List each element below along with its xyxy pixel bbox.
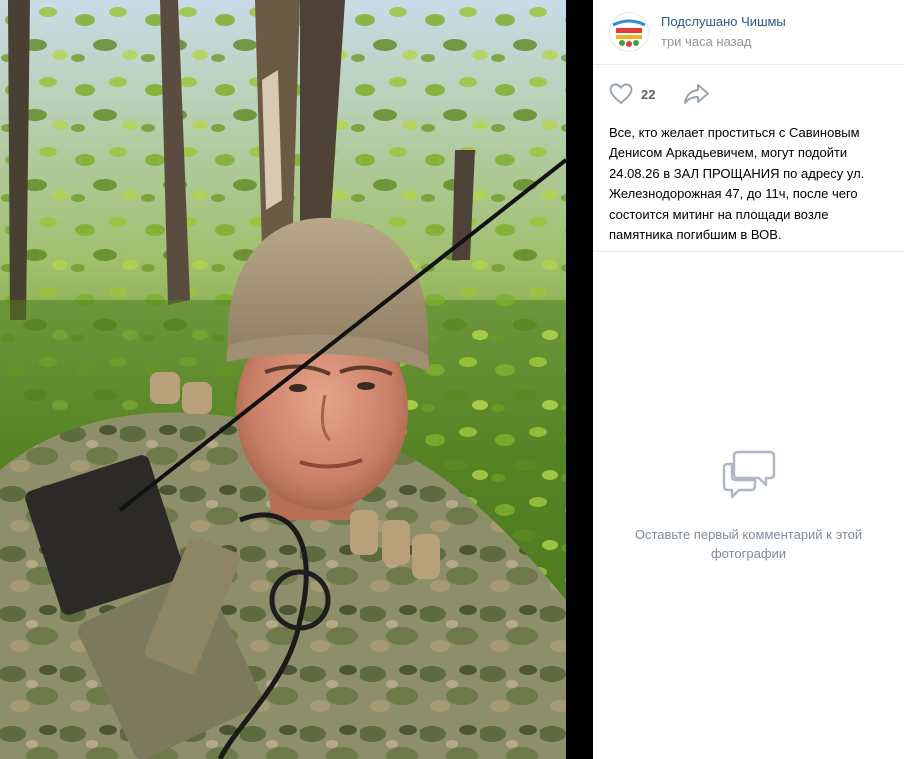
share-button[interactable]: [683, 82, 711, 106]
post-text: Все, кто желает проститься с Савиновым Д…: [609, 125, 865, 243]
photo-viewer[interactable]: [0, 0, 566, 759]
heart-icon: [609, 83, 633, 104]
post-timestamp[interactable]: три часа назад: [661, 34, 751, 49]
post-author-header: Подслушано Чишмы три часа назад: [593, 0, 904, 65]
comments-empty-text: Оставьте первый комментарий к этой фотог…: [634, 527, 863, 561]
community-name-link[interactable]: Подслушано Чишмы: [661, 14, 786, 29]
viewer-gap: [566, 0, 593, 759]
comments-empty-state: Оставьте первый комментарий к этой фотог…: [593, 448, 904, 563]
community-logo-icon: [610, 13, 648, 51]
like-count: 22: [641, 86, 656, 102]
post-actions: 22: [593, 64, 904, 122]
post-photo[interactable]: [0, 0, 566, 759]
share-arrow-icon: [684, 84, 709, 104]
like-button[interactable]: 22: [609, 82, 655, 106]
post-side-panel: Подслушано Чишмы три часа назад 22 Все, …: [593, 0, 904, 759]
comment-bubbles-icon: [722, 450, 775, 499]
community-avatar[interactable]: [609, 12, 649, 52]
section-divider: [593, 251, 904, 252]
